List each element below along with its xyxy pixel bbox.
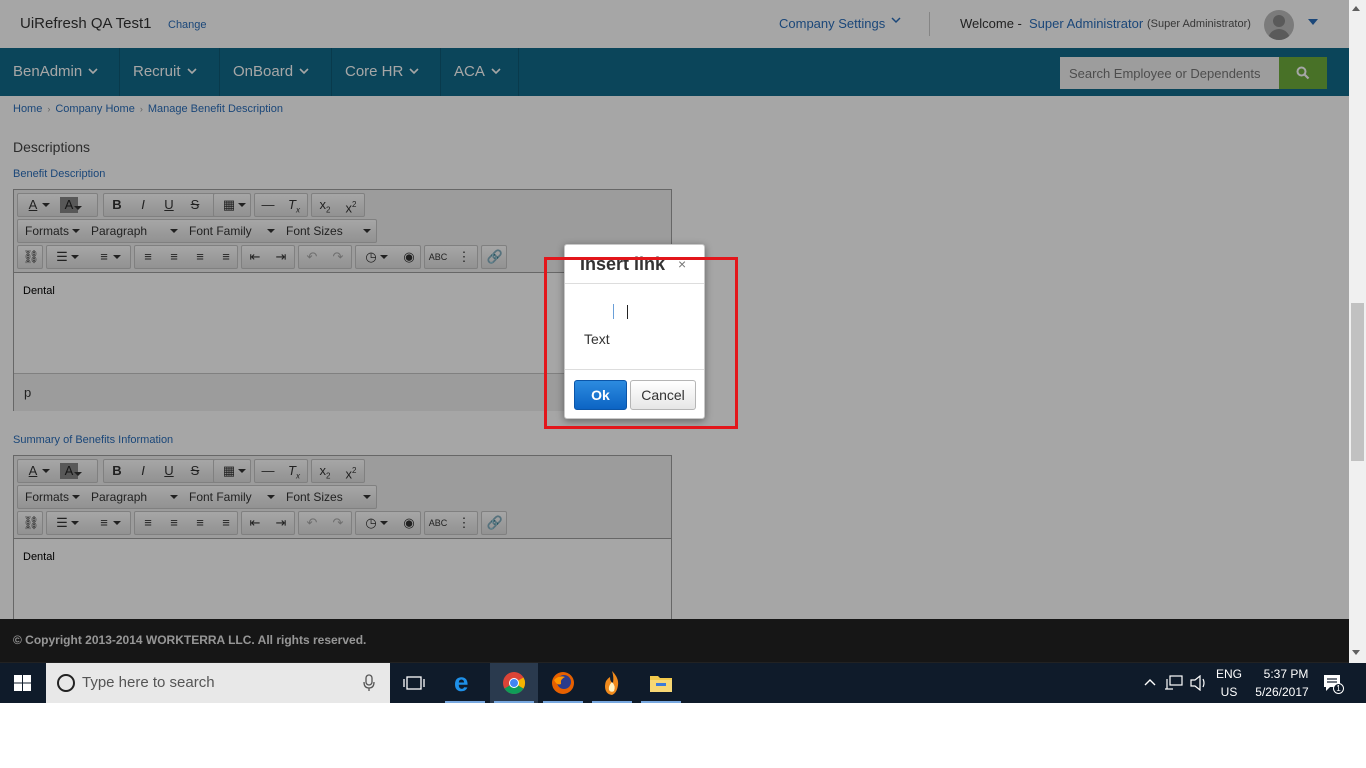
clock-date[interactable]: 5/26/2017 [1250, 685, 1314, 699]
flame-app-icon [605, 671, 619, 695]
firefox-browser-icon [552, 672, 574, 694]
scroll-up-arrow-icon[interactable] [1352, 6, 1360, 11]
start-button[interactable] [0, 663, 46, 703]
task-view-icon [403, 676, 425, 690]
task-view-button[interactable] [390, 663, 438, 703]
taskbar-app-chrome[interactable] [490, 663, 538, 703]
windows-taskbar: Type here to search e ENG US 5:37 PM 5/2… [0, 663, 1366, 703]
taskbar-app-flame[interactable] [588, 663, 636, 703]
taskbar-app-edge[interactable]: e [441, 663, 489, 703]
clock-time[interactable]: 5:37 PM [1256, 667, 1316, 681]
volume-icon[interactable] [1190, 675, 1208, 691]
microphone-icon[interactable] [363, 674, 375, 692]
taskbar-search-placeholder: Type here to search [82, 674, 215, 691]
cortana-circle-icon [57, 674, 75, 692]
network-icon[interactable] [1165, 675, 1183, 691]
app-window: UiRefresh QA Test1 Change Company Settin… [0, 0, 1366, 703]
show-hidden-icons-icon[interactable] [1144, 678, 1156, 686]
scroll-down-arrow-icon[interactable] [1352, 650, 1360, 655]
input-region[interactable]: US [1215, 685, 1243, 699]
taskbar-search-box[interactable]: Type here to search [46, 663, 390, 703]
folder-icon [650, 676, 672, 692]
input-language[interactable]: ENG [1215, 667, 1243, 681]
chrome-browser-icon [503, 672, 525, 694]
windows-logo-icon [14, 675, 31, 691]
highlight-annotation [544, 257, 738, 429]
edge-browser-icon: e [454, 667, 469, 697]
taskbar-app-firefox[interactable] [539, 663, 587, 703]
taskbar-app-file-explorer[interactable] [637, 663, 685, 703]
notification-count-badge: 1 [1333, 683, 1344, 694]
scroll-thumb[interactable] [1351, 303, 1364, 461]
action-center-button[interactable]: 1 [1318, 671, 1348, 697]
